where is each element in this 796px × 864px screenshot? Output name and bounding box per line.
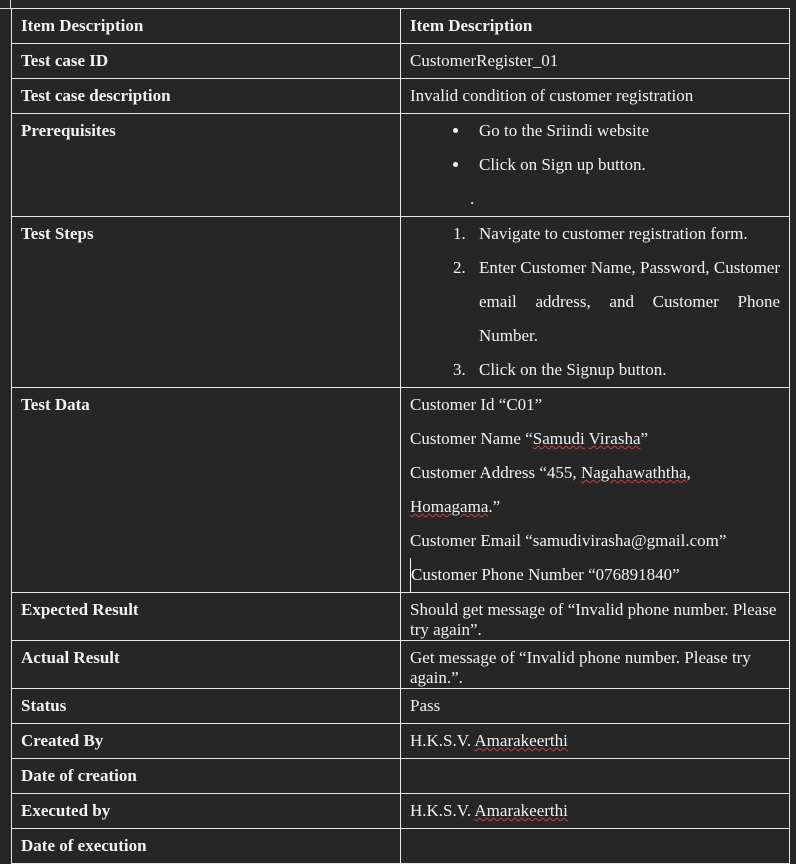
header-cell: Item Description	[11, 8, 401, 44]
test-data-line: Customer Address “455, Nagahawaththa, Ho…	[410, 463, 691, 516]
row-label: Test Data	[11, 387, 401, 593]
table-row: Test Data Customer Id “C01” Customer Nam…	[11, 387, 790, 593]
row-label: Status	[11, 688, 401, 724]
row-value[interactable]: Should get message of “Invalid phone num…	[400, 592, 790, 641]
row-label: Test Steps	[11, 216, 401, 388]
table-row: Test Steps Navigate to customer registra…	[11, 216, 790, 388]
row-value[interactable]: Customer Id “C01” Customer Name “Samudi …	[400, 387, 790, 593]
row-label: Prerequisites	[11, 113, 401, 217]
row-value[interactable]: CustomerRegister_01	[400, 43, 790, 79]
row-value[interactable]: Navigate to customer registration form. …	[400, 216, 790, 388]
test-data-line: Customer Email “samudivirasha@gmail.com”	[410, 531, 727, 550]
table-row: Test case ID CustomerRegister_01	[11, 43, 790, 79]
test-data-line: Customer Phone Number “076891840”	[410, 558, 780, 592]
prerequisites-list: Go to the Sriindi website Click on Sign …	[410, 114, 780, 182]
list-item: Click on Sign up button.	[470, 148, 780, 182]
table-row: Status Pass	[11, 688, 790, 724]
list-item: Click on the Signup button.	[470, 353, 780, 387]
table-move-handle-icon[interactable]	[0, 0, 11, 9]
row-label: Test case ID	[11, 43, 401, 79]
row-label: Date of execution	[11, 828, 401, 864]
table-header-row: Item Description Item Description	[11, 8, 790, 44]
list-item: Enter Customer Name, Password, Customer …	[470, 251, 780, 353]
row-value[interactable]: Go to the Sriindi website Click on Sign …	[400, 113, 790, 217]
row-label: Executed by	[11, 793, 401, 829]
table-row: Actual Result Get message of “Invalid ph…	[11, 640, 790, 689]
row-label: Created By	[11, 723, 401, 759]
row-value[interactable]: Pass	[400, 688, 790, 724]
table-row: Date of creation	[11, 758, 790, 794]
row-value[interactable]: Get message of “Invalid phone number. Pl…	[400, 640, 790, 689]
test-case-table: Item Description Item Description Test c…	[11, 8, 790, 864]
list-item: Navigate to customer registration form.	[470, 217, 780, 251]
row-label: Test case description	[11, 78, 401, 114]
list-item: Go to the Sriindi website	[470, 114, 780, 148]
row-value[interactable]	[400, 758, 790, 794]
table-row: Prerequisites Go to the Sriindi website …	[11, 113, 790, 217]
row-value[interactable]: Invalid condition of customer registrati…	[400, 78, 790, 114]
table-row: Executed by H.K.S.V. Amarakeerthi	[11, 793, 790, 829]
row-label: Actual Result	[11, 640, 401, 689]
header-cell: Item Description	[400, 8, 790, 44]
table-row: Date of execution	[11, 828, 790, 864]
table-row: Created By H.K.S.V. Amarakeerthi	[11, 723, 790, 759]
test-data-line: Customer Name “Samudi Virasha”	[410, 429, 649, 448]
test-steps-list: Navigate to customer registration form. …	[410, 217, 780, 387]
row-label: Date of creation	[11, 758, 401, 794]
trailing-text: .	[470, 189, 475, 208]
row-value[interactable]: H.K.S.V. Amarakeerthi	[400, 793, 790, 829]
row-value[interactable]	[400, 828, 790, 864]
table-row: Test case description Invalid condition …	[11, 78, 790, 114]
test-data-line: Customer Id “C01”	[410, 395, 543, 414]
table-row: Expected Result Should get message of “I…	[11, 592, 790, 641]
row-value[interactable]: H.K.S.V. Amarakeerthi	[400, 723, 790, 759]
row-label: Expected Result	[11, 592, 401, 641]
